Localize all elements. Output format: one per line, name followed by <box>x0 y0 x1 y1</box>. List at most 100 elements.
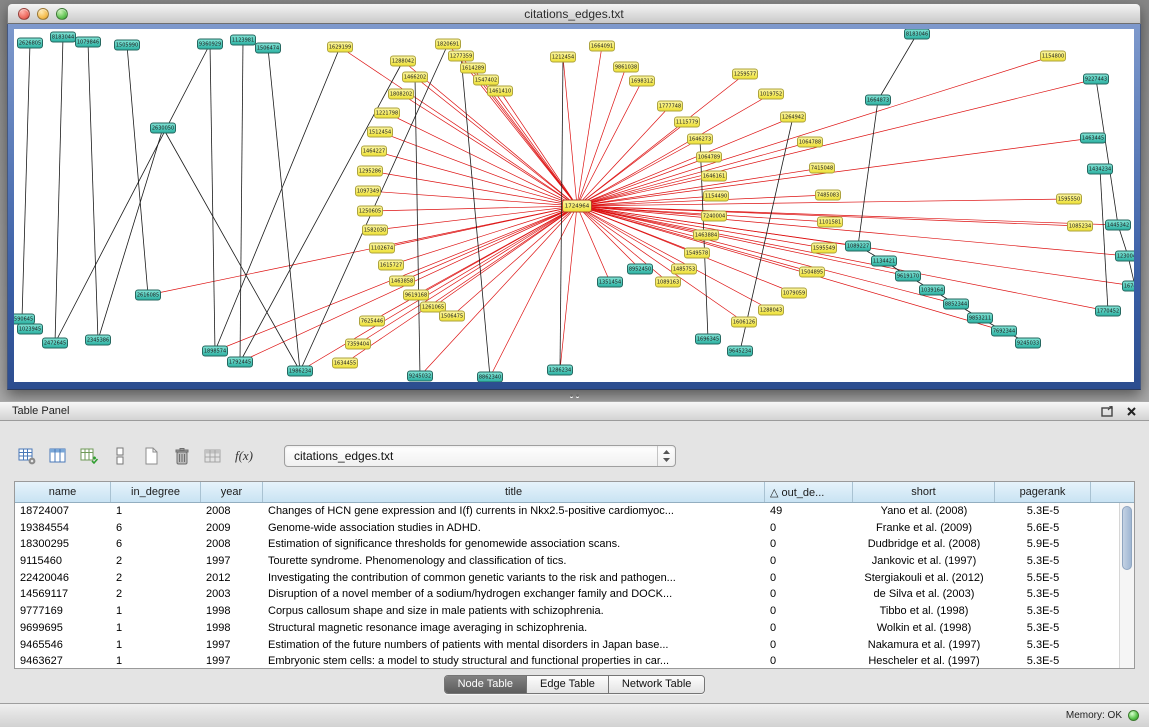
float-panel-icon[interactable] <box>1101 406 1114 417</box>
graph-hub-node[interactable]: 1724964 <box>562 200 592 213</box>
table-row[interactable]: 1456911722003Disruption of a novel membe… <box>15 586 1119 603</box>
graph-node[interactable]: 7240004 <box>701 211 727 222</box>
graph-node[interactable]: 2616085 <box>135 290 161 301</box>
graph-node[interactable]: 1770452 <box>1095 306 1121 317</box>
column-header[interactable]: title <box>263 482 765 502</box>
create-column-icon[interactable] <box>76 444 102 468</box>
graph-node[interactable]: 7415048 <box>809 163 835 174</box>
graph-node[interactable]: 1808202 <box>388 89 414 100</box>
graph-node[interactable]: 1286234 <box>547 365 573 376</box>
column-header[interactable]: in_degree <box>111 482 201 502</box>
graph-node[interactable]: 1595550 <box>1056 194 1082 205</box>
graph-node[interactable]: 7485083 <box>815 190 841 201</box>
tab-edge-table[interactable]: Edge Table <box>526 676 608 693</box>
close-panel-icon[interactable] <box>1126 406 1137 417</box>
graph-node[interactable]: 1512454 <box>367 127 393 138</box>
graph-node[interactable]: 1089227 <box>845 241 871 252</box>
graph-node[interactable]: 1777748 <box>657 101 683 112</box>
graph-node[interactable]: 1264942 <box>780 112 806 123</box>
graph-node[interactable]: 1646161 <box>701 171 727 182</box>
graph-node[interactable]: 2626805 <box>17 38 43 49</box>
graph-node[interactable]: 9853211 <box>967 313 993 324</box>
graph-node[interactable]: 1582030 <box>362 225 388 236</box>
graph-node[interactable]: 9861038 <box>613 62 639 73</box>
table-row[interactable]: 1830029562008Estimation of significance … <box>15 536 1119 553</box>
graph-node[interactable]: 1115779 <box>674 117 700 128</box>
graph-node[interactable]: 1606126 <box>731 317 757 328</box>
graph-node[interactable]: 8952450 <box>627 264 653 275</box>
table-row[interactable]: 1872400712008Changes of HCN gene express… <box>15 503 1119 520</box>
row-height-icon[interactable] <box>107 444 133 468</box>
graph-node[interactable]: 1898574 <box>202 346 228 357</box>
table-row[interactable]: 977716911998Corpus callosum shape and si… <box>15 603 1119 620</box>
graph-node[interactable]: 1288042 <box>390 56 416 67</box>
graph-node[interactable]: 1085234 <box>1067 221 1093 232</box>
table-row[interactable]: 1938455462009Genome-wide association stu… <box>15 520 1119 537</box>
table-row[interactable]: 969969511998Structural magnetic resonanc… <box>15 620 1119 637</box>
graph-node[interactable]: 1064789 <box>696 152 722 163</box>
graph-node[interactable]: 1646273 <box>687 134 713 145</box>
graph-node[interactable]: 1664091 <box>589 41 615 52</box>
graph-node[interactable]: 1664873 <box>865 95 891 106</box>
graph-node[interactable]: 1792445 <box>227 357 253 368</box>
graph-node[interactable]: 1434234 <box>1087 164 1113 175</box>
graph-node[interactable]: 1629199 <box>327 42 353 53</box>
graph-node[interactable]: 2472645 <box>42 338 68 349</box>
graph-node[interactable]: 1230045 <box>1115 251 1134 262</box>
graph-node[interactable]: 1039164 <box>919 285 945 296</box>
table-mode-icon[interactable] <box>14 444 40 468</box>
graph-node[interactable]: 1134421 <box>871 256 897 267</box>
graph-node[interactable]: 1250605 <box>357 206 383 217</box>
tab-node-table[interactable]: Node Table <box>445 676 526 693</box>
graph-node[interactable]: 8852344 <box>943 299 969 310</box>
window-titlebar[interactable]: citations_edges.txt <box>7 3 1141 24</box>
graph-node[interactable]: 7625446 <box>359 316 385 327</box>
graph-node[interactable]: 1615727 <box>378 260 404 271</box>
graph-node[interactable]: 1123981 <box>230 35 256 46</box>
graph-node[interactable]: 8183044 <box>50 32 76 43</box>
tab-network-table[interactable]: Network Table <box>608 676 705 693</box>
graph-node[interactable]: 1986234 <box>287 366 313 377</box>
graph-node[interactable]: 1547402 <box>473 75 499 86</box>
graph-node[interactable]: 1064788 <box>797 137 823 148</box>
graph-node[interactable]: 1221798 <box>374 108 400 119</box>
graph-node[interactable]: 1351454 <box>597 277 623 288</box>
table-row[interactable]: 911546021997Tourette syndrome. Phenomeno… <box>15 553 1119 570</box>
graph-node[interactable]: 1102674 <box>369 243 395 254</box>
zoom-window-button[interactable] <box>56 8 68 20</box>
graph-node[interactable]: 1259577 <box>732 69 758 80</box>
graph-node[interactable]: 1277359 <box>448 51 474 62</box>
table-row[interactable]: 2242004622012Investigating the contribut… <box>15 570 1119 587</box>
graph-node[interactable]: 1614289 <box>460 63 486 74</box>
vertical-scrollbar[interactable] <box>1119 503 1134 668</box>
graph-node[interactable]: 1097349 <box>355 186 381 197</box>
table-row[interactable]: 946554611997Estimation of the future num… <box>15 637 1119 654</box>
graph-node[interactable]: 1154800 <box>1040 51 1066 62</box>
table-row[interactable]: 946362711997Embryonic stem cells: a mode… <box>15 653 1119 668</box>
graph-node[interactable]: 1079059 <box>781 288 807 299</box>
graph-node[interactable]: 2345386 <box>85 335 111 346</box>
graph-node[interactable]: 9245032 <box>407 371 433 382</box>
graph-node[interactable]: 1295286 <box>357 166 383 177</box>
graph-node[interactable]: 1506474 <box>255 43 281 54</box>
network-selector[interactable]: citations_edges.txt <box>284 445 676 467</box>
scrollbar-thumb[interactable] <box>1122 506 1132 570</box>
graph-node[interactable]: 1079846 <box>75 37 101 48</box>
graph-node[interactable]: 9360929 <box>197 39 223 50</box>
graph-node[interactable]: 9245033 <box>1015 338 1041 349</box>
graph-node[interactable]: 1466202 <box>402 72 428 83</box>
graph-node[interactable]: 1634455 <box>332 358 358 369</box>
graph-node[interactable]: 1504895 <box>799 267 825 278</box>
graph-node[interactable]: 1019752 <box>758 89 784 100</box>
graph-node[interactable]: 1485753 <box>671 264 697 275</box>
graph-node[interactable]: 1445342 <box>1105 220 1131 231</box>
graph-node[interactable]: 7692344 <box>991 326 1017 337</box>
show-columns-icon[interactable] <box>45 444 71 468</box>
graph-node[interactable]: 1101581 <box>817 217 843 228</box>
graph-node[interactable]: 1288043 <box>758 305 784 316</box>
graph-node[interactable]: 1674234 <box>1122 281 1134 292</box>
graph-node[interactable]: 1505990 <box>114 40 140 51</box>
graph-node[interactable]: 1595549 <box>811 243 837 254</box>
column-header[interactable]: name <box>15 482 111 502</box>
graph-node[interactable]: 1820691 <box>435 39 461 50</box>
